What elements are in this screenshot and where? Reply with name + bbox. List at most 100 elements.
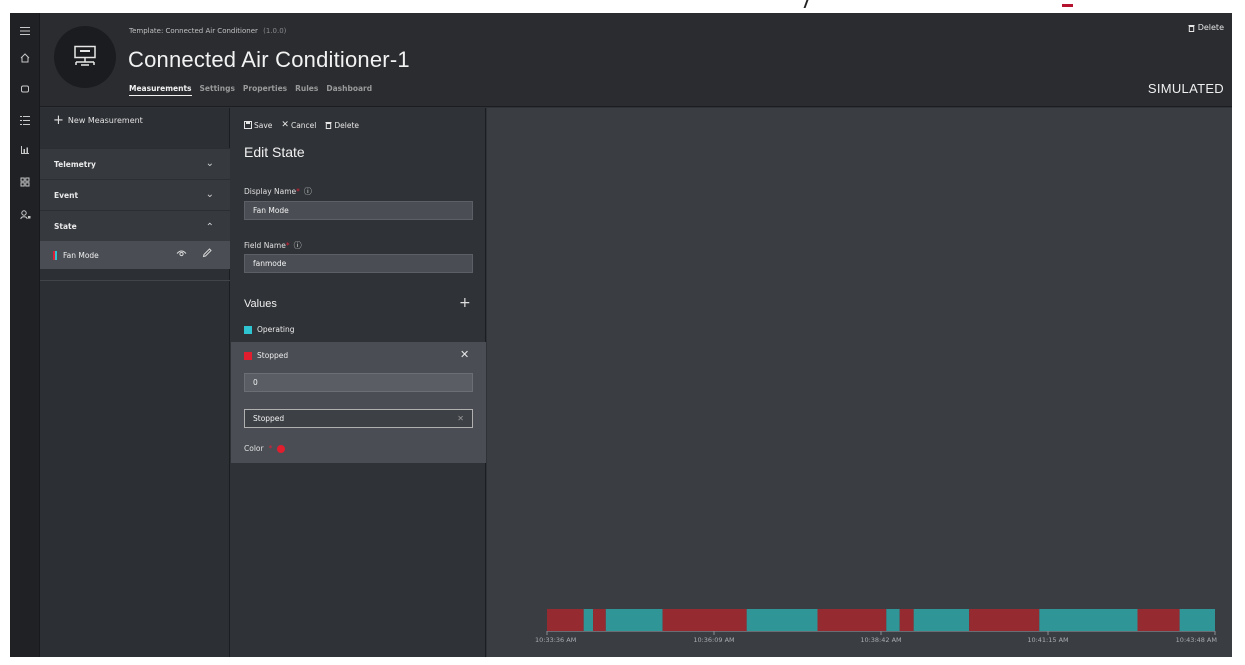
new-measurement-label: New Measurement [67, 116, 143, 125]
tab-rules[interactable]: Rules [295, 84, 318, 96]
category-state[interactable]: State ⌃ [40, 210, 230, 241]
close-icon: ✕ [281, 120, 289, 130]
state-item-fan-mode[interactable]: Fan Mode [40, 241, 230, 269]
add-value-button[interactable]: + [459, 295, 471, 311]
timeline-segment-stopped[interactable] [547, 609, 584, 631]
display-name-label-text: Display Name [244, 187, 297, 196]
left-nav-rail [10, 13, 40, 657]
timeline-segment-stopped[interactable] [593, 609, 606, 631]
value-operating[interactable]: Operating [244, 325, 295, 334]
timeline-tick-label: 10:36:09 AM [693, 636, 734, 644]
timeline-segment-operating[interactable] [746, 609, 818, 631]
field-name-field[interactable]: fanmode [244, 254, 473, 273]
eye-icon[interactable] [176, 249, 187, 260]
display-text-value: Stopped [253, 414, 285, 423]
save-button[interactable]: Save [244, 120, 272, 130]
device-header: Template: Connected Air Conditioner (1.0… [40, 13, 1232, 107]
device-title: Connected Air Conditioner-1 [128, 47, 410, 72]
info-icon[interactable]: ⓘ [304, 187, 312, 196]
tab-properties[interactable]: Properties [243, 84, 287, 96]
template-name[interactable]: Connected Air Conditioner [166, 27, 258, 35]
home-icon[interactable] [10, 48, 40, 68]
clear-icon[interactable]: ✕ [457, 410, 464, 427]
color-label: Color [244, 444, 264, 453]
category-event[interactable]: Event ⌄ [40, 179, 230, 210]
cancel-button[interactable]: ✕ Cancel [281, 120, 316, 130]
list-icon[interactable] [10, 110, 40, 130]
chevron-down-icon: ⌄ [205, 189, 214, 200]
device-icon [74, 45, 96, 66]
tab-measurements[interactable]: Measurements [129, 84, 192, 96]
device-tabs: Measurements Settings Properties Rules D… [129, 84, 372, 96]
timeline-tick-label: 10:43:48 AM [1176, 636, 1217, 644]
edit-toolbar: Save ✕ Cancel Delete [244, 120, 359, 130]
required-marker: * [268, 444, 273, 453]
state-timeline-chart: 10:33:36 AM 10:36:09 AM 10:38:42 AM 10:41:1… [487, 108, 1232, 657]
display-text-field[interactable]: Stopped ✕ [244, 409, 473, 428]
trash-icon [325, 122, 332, 129]
display-name-field[interactable]: Fan Mode [244, 201, 473, 220]
analytics-icon[interactable] [10, 140, 40, 160]
hamburger-icon[interactable] [10, 21, 40, 41]
tab-settings[interactable]: Settings [200, 84, 235, 96]
divider [40, 280, 230, 281]
delete-label: Delete [334, 120, 360, 130]
value-label: Operating [257, 325, 295, 334]
template-info: Template: Connected Air Conditioner (1.0… [129, 27, 286, 35]
timeline-segment-stopped[interactable] [817, 609, 887, 631]
timeline-tick-label: 10:41:15 AM [1027, 636, 1068, 644]
apps-icon[interactable] [10, 172, 40, 192]
color-picker-row: Color * [244, 444, 286, 453]
timeline-segment-operating[interactable] [1039, 609, 1138, 631]
field-name-label-text: Field Name [244, 241, 286, 250]
timeline-segment-stopped[interactable] [969, 609, 1040, 631]
color-swatch [244, 351, 252, 360]
color-swatch [244, 325, 252, 334]
display-name-label: Display Name* ⓘ [244, 186, 312, 197]
timeline-segment-stopped[interactable] [662, 609, 747, 631]
trash-icon [1188, 24, 1195, 32]
category-telemetry[interactable]: Telemetry ⌄ [40, 148, 230, 179]
category-label: Event [54, 190, 79, 200]
admin-icon[interactable] [10, 205, 40, 225]
app-window: Template: Connected Air Conditioner (1.0… [10, 13, 1232, 657]
timeline-svg: 10:33:36 AM 10:36:09 AM 10:38:42 AM 10:41:1… [535, 609, 1217, 644]
info-icon[interactable]: ⓘ [294, 241, 302, 250]
timeline-segment-stopped[interactable] [899, 609, 914, 631]
template-label: Template: [129, 27, 164, 35]
timeline-segment-operating[interactable] [605, 609, 663, 631]
timeline-segment-stopped[interactable] [1137, 609, 1180, 631]
top-tick-mark [803, 0, 809, 8]
top-accent-mark [1062, 4, 1073, 7]
device-icon[interactable] [10, 79, 40, 99]
save-icon [244, 121, 252, 129]
delete-device-label: Delete [1197, 23, 1224, 32]
remove-value-close-icon[interactable]: ✕ [460, 348, 469, 361]
value-field[interactable]: 0 [244, 373, 473, 392]
save-label: Save [254, 120, 273, 130]
plus-icon: + [53, 112, 64, 128]
color-picker-dot[interactable] [277, 444, 286, 453]
chevron-down-icon: ⌄ [205, 158, 214, 169]
timeline-segment-operating[interactable] [583, 609, 594, 631]
state-item-label: Fan Mode [63, 250, 99, 260]
tab-dashboard[interactable]: Dashboard [326, 84, 372, 96]
timeline-segment-operating[interactable] [1179, 609, 1215, 631]
template-version: (1.0.0) [263, 27, 287, 35]
timeline-segment-operating[interactable] [886, 609, 900, 631]
timeline-segment-operating[interactable] [913, 609, 970, 631]
delete-button[interactable]: Delete [325, 120, 359, 130]
device-avatar [54, 26, 116, 88]
state-color-swatch [53, 250, 57, 260]
pencil-icon[interactable] [202, 248, 212, 261]
value-stopped[interactable]: Stopped [244, 351, 288, 360]
field-name-label: Field Name* ⓘ [244, 240, 302, 251]
new-measurement-button[interactable]: + New Measurement [53, 112, 143, 128]
chevron-up-icon: ⌃ [205, 222, 214, 233]
value-stopped-editor: Stopped ✕ 0 Stopped ✕ Color * [231, 342, 486, 463]
value-label: Stopped [257, 351, 289, 360]
required-marker: * [296, 187, 300, 196]
top-strip [0, 0, 1245, 13]
values-heading: Values [244, 298, 277, 310]
delete-device-button[interactable]: Delete [1188, 23, 1224, 32]
